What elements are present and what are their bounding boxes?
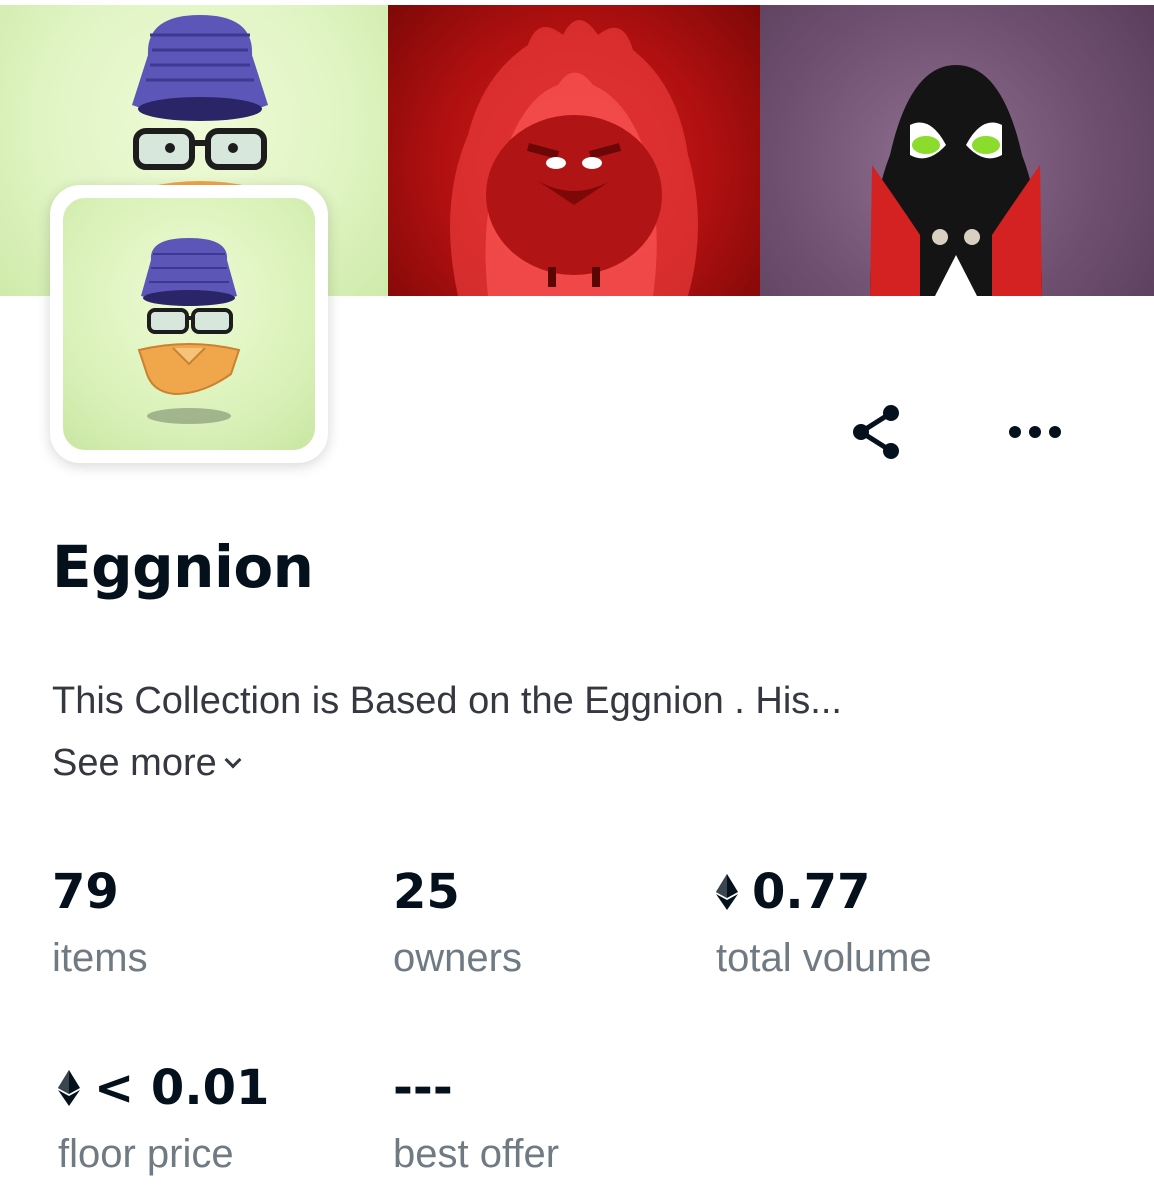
collection-avatar xyxy=(50,185,328,463)
stat-floor-price[interactable]: < 0.01 floor price xyxy=(58,1064,269,1174)
banner-image-3 xyxy=(760,5,1154,296)
more-options-icon xyxy=(1009,426,1061,438)
see-more-label: See more xyxy=(52,742,217,784)
banner-image-2 xyxy=(388,5,760,296)
stat-best-offer-value: --- xyxy=(393,1060,453,1116)
ethereum-icon xyxy=(58,1070,80,1106)
stat-items-label: items xyxy=(52,936,148,980)
collection-title: Eggnion xyxy=(52,533,314,601)
stat-floor-price-value: < 0.01 xyxy=(94,1060,270,1116)
collection-avatar-image xyxy=(63,198,315,450)
stat-best-offer[interactable]: --- best offer xyxy=(393,1064,559,1174)
share-button[interactable] xyxy=(845,400,909,464)
see-more-link[interactable]: See more xyxy=(52,742,242,785)
stat-owners-label: owners xyxy=(393,936,522,980)
more-options-button[interactable] xyxy=(1000,410,1070,454)
stat-owners-value: 25 xyxy=(393,864,460,920)
stat-total-volume-value: 0.77 xyxy=(752,864,871,920)
stat-best-offer-label: best offer xyxy=(393,1132,560,1176)
collection-description: This Collection is Based on the Eggnion … xyxy=(52,680,842,722)
stat-floor-price-label: floor price xyxy=(58,1132,234,1176)
stat-total-volume-label: total volume xyxy=(716,936,932,980)
stat-owners[interactable]: 25 owners xyxy=(393,868,522,978)
ethereum-icon xyxy=(716,874,738,910)
stat-items-value: 79 xyxy=(52,864,119,920)
chevron-down-icon xyxy=(224,751,242,768)
stat-items[interactable]: 79 items xyxy=(52,868,148,978)
stat-total-volume[interactable]: 0.77 total volume xyxy=(716,868,932,978)
share-icon xyxy=(853,405,899,459)
